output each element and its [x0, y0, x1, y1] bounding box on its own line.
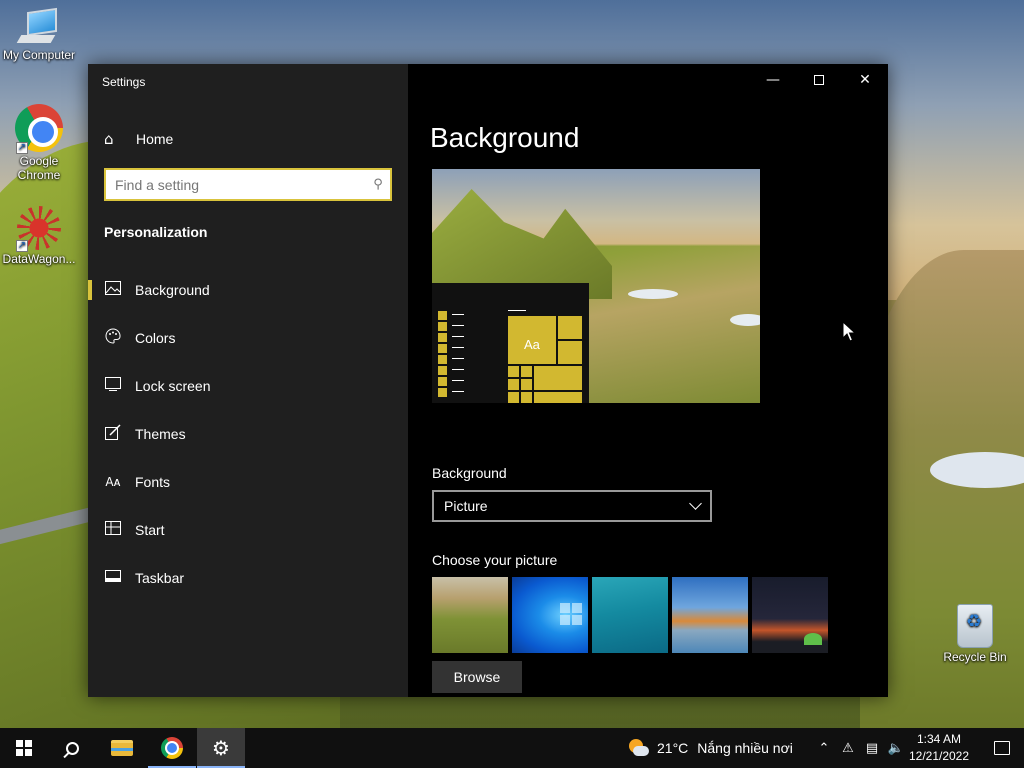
font-icon: Aᴀ: [105, 475, 121, 489]
desktop-icon-datawagon[interactable]: ↗ DataWagon...: [0, 206, 78, 266]
section-title: Personalization: [104, 224, 208, 240]
desktop-preview: Aa: [432, 169, 760, 403]
gear-icon: ⚙: [212, 736, 230, 760]
taskbar-settings[interactable]: ⚙: [197, 728, 245, 768]
partly-sunny-icon: [627, 737, 649, 759]
search-input[interactable]: [106, 170, 366, 199]
preview-start-menu: Aa: [432, 283, 589, 403]
folder-icon: [111, 740, 133, 756]
nav-item-start[interactable]: Start: [88, 506, 408, 554]
chrome-icon: [161, 737, 183, 759]
system-tray: ⌃ ⚠ ▤ 🔈: [812, 728, 908, 768]
choose-picture-label: Choose your picture: [432, 552, 558, 568]
desktop-icon-label: Google Chrome: [17, 154, 61, 182]
chevron-up-icon[interactable]: ⌃: [812, 741, 836, 756]
nav-item-background[interactable]: Background: [88, 266, 408, 314]
nav-item-themes[interactable]: Themes: [88, 410, 408, 458]
lock-screen-icon: [104, 377, 122, 395]
browse-button[interactable]: Browse: [432, 661, 522, 693]
picture-icon: [104, 281, 122, 299]
desktop-icon-label: Recycle Bin: [943, 650, 1007, 664]
taskbar-file-explorer[interactable]: [98, 728, 146, 768]
desktop-icon-recycle-bin[interactable]: Recycle Bin: [936, 604, 1014, 664]
weather-widget[interactable]: 21°C Nắng nhiều nơi: [627, 728, 793, 768]
taskbar-search-button[interactable]: [48, 728, 96, 768]
home-link[interactable]: ⌂ Home: [104, 128, 173, 150]
windows-logo-icon: [16, 740, 32, 756]
taskbar-chrome[interactable]: [148, 728, 196, 768]
weather-description: Nắng nhiều nơi: [697, 740, 793, 756]
nav-item-fonts[interactable]: Aᴀ Fonts: [88, 458, 408, 506]
desktop-icon-my-computer[interactable]: My Computer: [0, 7, 78, 62]
picture-thumbnail[interactable]: [752, 577, 828, 653]
volume-icon[interactable]: 🔈: [884, 741, 908, 756]
shortcut-arrow-icon: ↗: [16, 240, 28, 252]
nav-label: Lock screen: [135, 378, 211, 394]
search-icon[interactable]: ⚲: [366, 177, 390, 192]
settings-content: Background Aa Background Picture Choose …: [408, 64, 888, 697]
background-type-dropdown[interactable]: Picture: [432, 490, 712, 522]
clock-time: 1:34 AM: [916, 732, 962, 746]
computer-icon: [16, 7, 61, 46]
nav-label: Taskbar: [135, 570, 185, 586]
recycle-bin-icon: [957, 604, 993, 648]
preview-lake: [730, 314, 760, 326]
home-icon: ⌂: [104, 130, 114, 148]
preview-tiles: [508, 316, 582, 403]
clock-date: 12/21/2022: [908, 749, 970, 763]
picture-thumbnail[interactable]: [672, 577, 748, 653]
shortcut-arrow-icon: ↗: [16, 142, 28, 154]
brush-icon: [104, 424, 122, 444]
settings-sidebar: Settings ⌂ Home ⚲ Personalization Backgr…: [88, 64, 408, 697]
nav-label: Fonts: [135, 474, 171, 490]
taskbar-clock[interactable]: 1:34 AM 12/21/2022: [906, 731, 972, 765]
desktop-icon-label: DataWagon...: [2, 252, 76, 266]
nav-label: Colors: [135, 330, 176, 346]
desktop-icon-google-chrome[interactable]: ↗ Google Chrome: [0, 104, 78, 182]
taskbar-icon: [104, 570, 122, 586]
start-icon: [104, 521, 122, 539]
weather-temperature: 21°C: [657, 740, 689, 756]
mouse-cursor-icon: [842, 321, 856, 342]
settings-search-box[interactable]: ⚲: [104, 168, 392, 201]
notification-icon: [994, 741, 1010, 755]
search-icon: [65, 741, 79, 755]
preview-sample-text: Aa: [524, 337, 540, 352]
preview-lake: [628, 289, 678, 299]
window-title: Settings: [102, 75, 146, 89]
picture-thumbnail[interactable]: [592, 577, 668, 653]
preview-app-list: [438, 311, 468, 399]
page-title: Background: [430, 122, 580, 153]
nav-item-colors[interactable]: Colors: [88, 314, 408, 362]
security-icon[interactable]: ⚠: [836, 741, 860, 756]
nav-item-taskbar[interactable]: Taskbar: [88, 554, 408, 602]
start-button[interactable]: [0, 728, 48, 768]
nav-item-lock-screen[interactable]: Lock screen: [88, 362, 408, 410]
action-center-button[interactable]: [980, 728, 1024, 768]
taskbar: ⚙ 21°C Nắng nhiều nơi ⌃ ⚠ ▤ 🔈 1:34 AM 12…: [0, 728, 1024, 768]
background-label: Background: [432, 465, 507, 481]
nav-label: Background: [135, 282, 210, 298]
dropdown-value: Picture: [444, 498, 488, 514]
palette-icon: [104, 328, 122, 348]
picture-thumbnail[interactable]: [512, 577, 588, 653]
nav-label: Start: [135, 522, 165, 538]
personalization-nav: Background Colors Lock screen Themes Aᴀ …: [88, 266, 408, 602]
picture-thumbnails: [432, 577, 832, 653]
network-icon[interactable]: ▤: [860, 741, 884, 756]
picture-thumbnail[interactable]: [432, 577, 508, 653]
desktop-icon-label: My Computer: [2, 48, 76, 62]
nav-label: Themes: [135, 426, 186, 442]
settings-window: Settings ⌂ Home ⚲ Personalization Backgr…: [88, 64, 888, 697]
chevron-down-icon: [689, 497, 702, 510]
home-label: Home: [136, 131, 174, 147]
